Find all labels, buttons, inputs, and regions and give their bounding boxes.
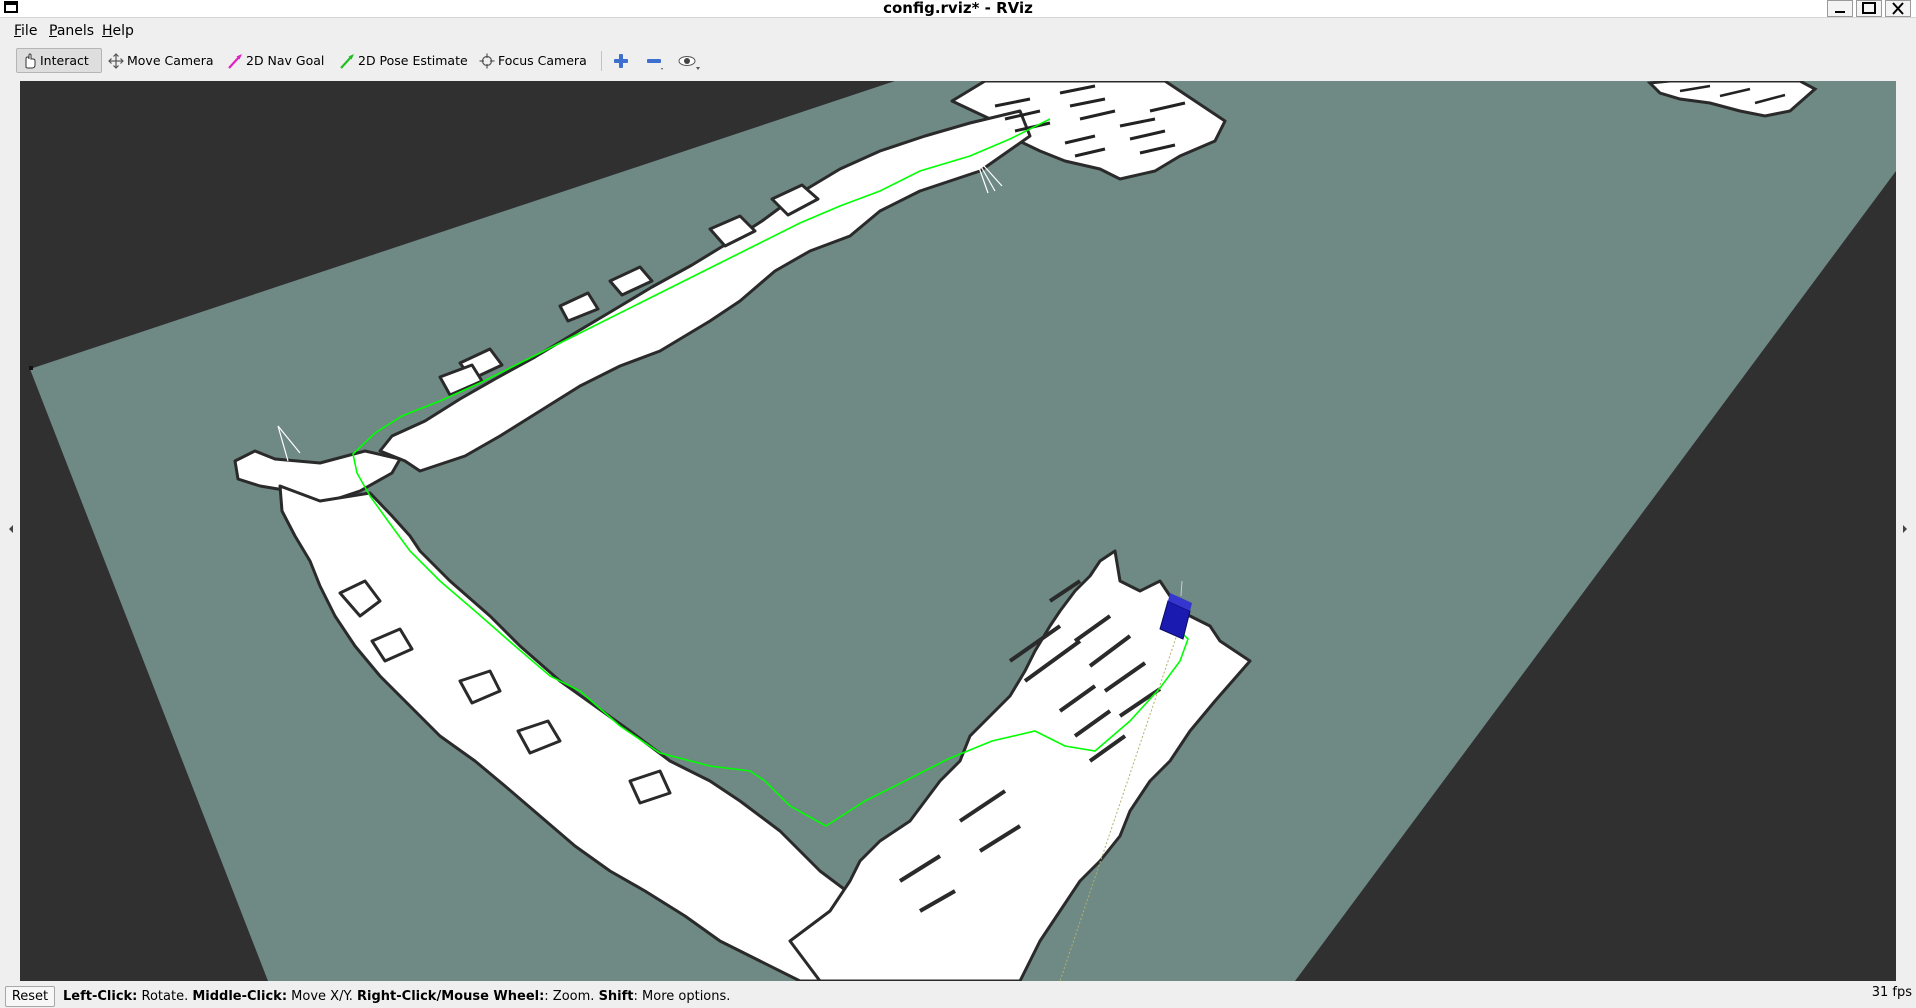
tool-focus-camera[interactable]: Focus Camera	[475, 48, 591, 73]
right-dock-handle[interactable]	[1896, 79, 1916, 981]
tool-focus-camera-label: Focus Camera	[498, 53, 587, 68]
maximize-button[interactable]	[1856, 0, 1882, 17]
minimize-icon	[1835, 11, 1845, 13]
menu-file-label: ile	[21, 23, 38, 39]
right-collapse-arrow-icon	[1903, 525, 1907, 533]
toolbar-separator	[601, 51, 602, 71]
hint-left-click-key: Left-Click:	[63, 989, 138, 1004]
3d-render-viewport[interactable]	[20, 81, 1896, 981]
tool-move-camera-label: Move Camera	[127, 53, 214, 68]
eye-icon[interactable]	[677, 51, 701, 71]
left-collapse-arrow-icon	[9, 525, 13, 533]
close-icon	[1892, 2, 1904, 15]
status-bar: Reset Left-Click: Rotate. Middle-Click: …	[0, 982, 1916, 1008]
reset-button[interactable]: Reset	[5, 986, 55, 1007]
tool-move-camera[interactable]: Move Camera	[104, 48, 218, 73]
tool-2d-nav-goal[interactable]: 2D Nav Goal	[223, 48, 328, 73]
grid-origin-marker	[29, 366, 33, 370]
render-panel	[0, 79, 1916, 981]
menu-help[interactable]: Help	[102, 22, 134, 40]
hint-middle-click-desc: Move X/Y.	[287, 989, 358, 1004]
move-arrows-icon	[108, 52, 124, 69]
menu-help-label: elp	[112, 23, 134, 39]
hint-shift-key: Shift	[598, 989, 634, 1004]
hint-shift-desc: : More options.	[633, 989, 731, 1004]
hint-right-click-desc: : Zoom.	[544, 989, 599, 1004]
menu-file-mnemonic: F	[14, 23, 22, 39]
left-dock-handle[interactable]	[0, 79, 20, 981]
menu-bar: File Panels Help	[0, 18, 1916, 42]
tool-2d-nav-goal-label: 2D Nav Goal	[246, 53, 325, 68]
menu-help-mnemonic: H	[102, 23, 113, 39]
menu-file[interactable]: File	[14, 22, 37, 40]
tool-2d-pose-estimate[interactable]: 2D Pose Estimate	[335, 48, 472, 73]
rviz-window: config.rviz* - RViz File Panels Help Int…	[0, 0, 1916, 1008]
hint-left-click-desc: Rotate.	[137, 989, 193, 1004]
tool-hint-text: Left-Click: Rotate. Middle-Click: Move X…	[63, 989, 730, 1004]
map-scene	[29, 81, 1896, 981]
tool-2d-pose-estimate-label: 2D Pose Estimate	[358, 53, 468, 68]
magenta-arrow-icon	[228, 53, 242, 69]
menu-panels-label: anels	[56, 23, 95, 39]
crosshair-icon	[479, 53, 495, 68]
tool-interact[interactable]: Interact	[16, 48, 102, 73]
menu-panels[interactable]: Panels	[49, 22, 94, 40]
fps-counter: 31 fps	[1871, 985, 1912, 1000]
maximize-icon	[1862, 2, 1876, 14]
menu-panels-mnemonic: P	[49, 23, 57, 39]
add-tool-icon[interactable]	[611, 51, 631, 71]
window-title: config.rviz* - RViz	[883, 0, 1033, 17]
hint-right-click-key: Right-Click/Mouse Wheel:	[357, 989, 545, 1004]
tools-toolbar: Interact Move Camera 2D Nav Goal 2D Pose…	[0, 43, 1916, 78]
close-button[interactable]	[1885, 0, 1911, 17]
tool-interact-label: Interact	[40, 53, 89, 68]
remove-tool-icon[interactable]	[644, 51, 664, 71]
green-arrow-icon	[340, 53, 354, 69]
hint-middle-click-key: Middle-Click:	[192, 989, 288, 1004]
minimize-button[interactable]	[1827, 0, 1853, 17]
hand-pointer-icon	[25, 52, 36, 68]
title-bar[interactable]: config.rviz* - RViz	[0, 0, 1916, 18]
